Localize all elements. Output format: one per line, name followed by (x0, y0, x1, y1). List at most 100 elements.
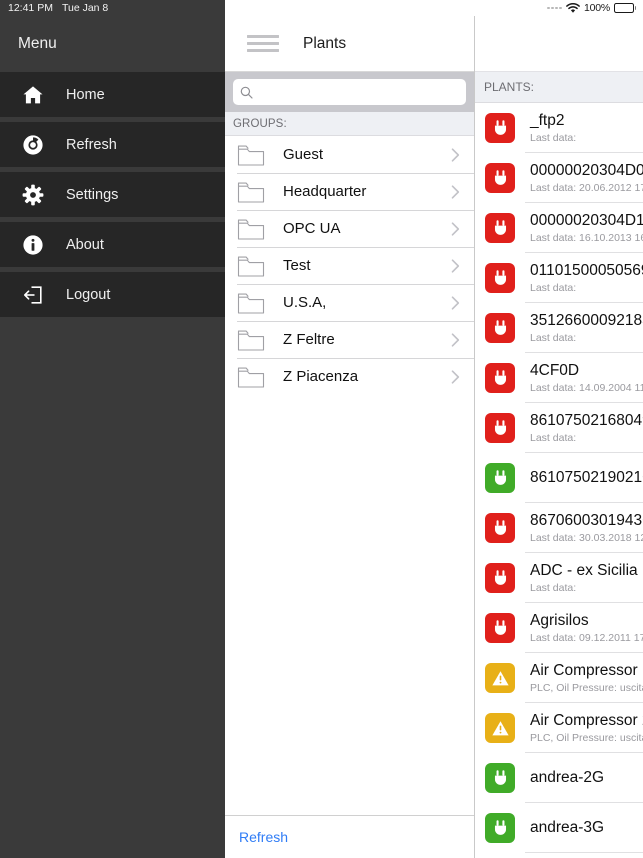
list-item[interactable]: 867060030194365 Last data: 30.03.2018 12:… (475, 503, 643, 553)
chevron-right-icon (451, 332, 460, 347)
plant-subtitle: Last data: (530, 582, 577, 594)
plants-section-label: PLANTS: (475, 72, 643, 103)
chevron-right-icon (451, 221, 460, 236)
plants-topbar (475, 16, 643, 72)
list-item[interactable]: 4CF0D Last data: 14.09.2004 11:54 (475, 353, 643, 403)
sidebar-item-label: Refresh (66, 136, 117, 153)
plug-icon (485, 313, 515, 343)
plant-subtitle: PLC, Oil Pressure: uscita sc (530, 682, 643, 694)
plug-icon (485, 363, 515, 393)
list-item[interactable]: 011015000505690 Last data: (475, 253, 643, 303)
plant-text: ADC - ex Sicilia Last data: (530, 562, 643, 594)
plant-text: andrea-3G (530, 819, 643, 837)
warning-icon (485, 713, 515, 743)
list-item[interactable]: U.S.A, (225, 284, 474, 321)
plant-name: 861075021680491 (530, 412, 643, 429)
plant-text: andrea-2G (530, 769, 643, 787)
app-root: 12:41 PM Tue Jan 8 100% Menu Home Refres… (0, 0, 643, 858)
search-icon (240, 86, 253, 99)
menu-separator (0, 317, 225, 322)
list-item[interactable]: _ftp2 Last data: (475, 103, 643, 153)
plug-icon (485, 263, 515, 293)
list-item[interactable]: 00000020304D1E Last data: 16.10.2013 16:3… (475, 203, 643, 253)
list-item[interactable]: Air Compressor PLC, Oil Pressure: uscita … (475, 653, 643, 703)
refresh-icon (20, 132, 46, 158)
group-name: Test (283, 257, 311, 274)
folder-icon (237, 219, 265, 240)
plants-panel: PLANTS: _ftp2 Last data: 00000020304D07 Las… (475, 0, 643, 858)
plant-name: 861075021902168 (530, 469, 643, 486)
plant-name: 4CF0D (530, 362, 580, 379)
plant-name: Air Compressor 2 (530, 712, 643, 729)
sidebar-item-settings[interactable]: Settings (0, 172, 225, 217)
plug-icon (485, 513, 515, 543)
group-name: Z Piacenza (283, 368, 359, 385)
list-item[interactable]: andrea-2G (475, 753, 643, 803)
list-item[interactable]: Air Compressor 2 PLC, Oil Pressure: uscit… (475, 703, 643, 753)
sidebar-item-label: Logout (66, 286, 111, 303)
list-item[interactable]: 861075021902168 (475, 453, 643, 503)
group-name: OPC UA (283, 220, 341, 237)
sidebar: Menu Home Refresh Settings About Logout (0, 0, 225, 858)
plant-subtitle: Last data: 30.03.2018 12:10 (530, 532, 643, 544)
plant-subtitle: Last data: 20.06.2012 17:15 (530, 182, 643, 194)
sidebar-item-home[interactable]: Home (0, 72, 225, 117)
hamburger-icon[interactable] (247, 34, 279, 54)
groups-list: Guest Headquarter OPC UA Test U.S.A, Z F… (225, 136, 474, 815)
plug-icon (485, 613, 515, 643)
plant-text: Air Compressor PLC, Oil Pressure: uscita … (530, 662, 643, 694)
plant-text: 351266000921850 Last data: (530, 312, 643, 344)
chevron-right-icon (451, 369, 460, 384)
list-item[interactable]: andrea-3G (475, 803, 643, 853)
sidebar-item-refresh[interactable]: Refresh (0, 122, 225, 167)
plant-text: _ftp2 Last data: (530, 112, 643, 144)
search-input[interactable] (259, 85, 459, 99)
warning-icon (485, 663, 515, 693)
plug-icon (485, 563, 515, 593)
search-box[interactable] (233, 79, 466, 105)
refresh-button[interactable]: Refresh (239, 829, 288, 845)
group-name: Headquarter (283, 183, 367, 200)
list-item[interactable]: OPC UA (225, 210, 474, 247)
plug-icon (485, 763, 515, 793)
sidebar-item-label: Home (66, 86, 105, 103)
groups-panel: Plants GROUPS: Guest Headquarter OPC UA … (225, 0, 475, 858)
plant-text: 4CF0D Last data: 14.09.2004 11:54 (530, 362, 643, 394)
sidebar-title: Menu (18, 35, 57, 52)
list-item[interactable]: 00000020304D07 Last data: 20.06.2012 17:1… (475, 153, 643, 203)
list-item[interactable]: 861075021680491 Last data: (475, 403, 643, 453)
plug-icon (485, 163, 515, 193)
plug-icon (485, 113, 515, 143)
list-item[interactable]: Z Feltre (225, 321, 474, 358)
plant-name: 00000020304D1E (530, 212, 643, 229)
folder-icon (237, 145, 265, 166)
list-item[interactable]: ADC - ex Sicilia Last data: (475, 553, 643, 603)
search-bar (225, 72, 474, 112)
plant-text: Agrisilos Last data: 09.12.2011 17:20 (530, 612, 643, 644)
plant-name: _ftp2 (530, 112, 565, 129)
group-name: Guest (283, 146, 324, 163)
list-item[interactable]: Test (225, 247, 474, 284)
plant-subtitle: Last data: (530, 332, 577, 344)
sidebar-item-about[interactable]: About (0, 222, 225, 267)
list-item[interactable]: 351266000921850 Last data: (475, 303, 643, 353)
plant-name: andrea-2G (530, 769, 605, 786)
plant-subtitle: Last data: (530, 432, 577, 444)
groups-footer: Refresh (225, 815, 474, 858)
folder-icon (237, 256, 265, 277)
list-item[interactable]: Z Piacenza (225, 358, 474, 395)
plant-text: 011015000505690 Last data: (530, 262, 643, 294)
sidebar-item-logout[interactable]: Logout (0, 272, 225, 317)
list-item[interactable]: Guest (225, 136, 474, 173)
list-item[interactable]: Headquarter (225, 173, 474, 210)
list-item[interactable]: Agrisilos Last data: 09.12.2011 17:20 (475, 603, 643, 653)
groups-section-label: GROUPS: (225, 112, 474, 136)
groups-header: Plants (225, 16, 474, 72)
sidebar-item-label: About (66, 236, 104, 253)
plant-name: Agrisilos (530, 612, 589, 629)
plant-subtitle: PLC, Oil Pressure: uscita sc (530, 732, 643, 744)
plant-text: 861075021680491 Last data: (530, 412, 643, 444)
plant-name: 867060030194365 (530, 512, 643, 529)
group-name: U.S.A, (283, 294, 327, 311)
gear-icon (20, 182, 46, 208)
